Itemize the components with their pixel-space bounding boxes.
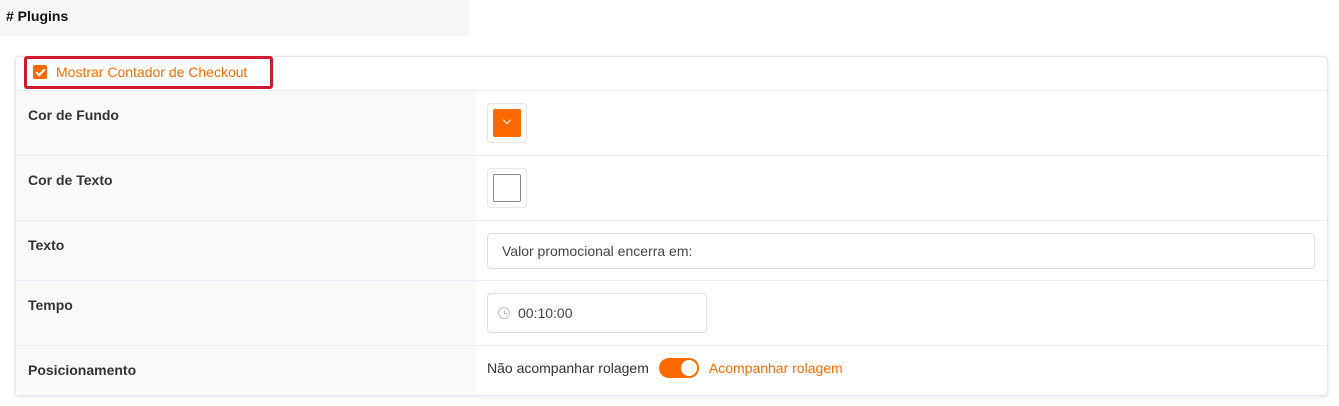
text-color-picker[interactable] [487,168,527,208]
panel-header: Mostrar Contador de Checkout [16,56,1327,91]
background-color-label: Cor de Fundo [16,91,476,155]
follow-scroll-toggle[interactable] [658,358,699,378]
toggle-knob [680,360,697,376]
show-checkout-counter-checkbox[interactable] [33,65,47,79]
positioning-switch-group: Não acompanhar rolagem Acompanhar rolage… [487,357,843,379]
time-label: Tempo [16,281,476,345]
background-color-swatch[interactable] [493,109,521,137]
text-color-label: Cor de Texto [16,156,476,220]
section-title: # Plugins [6,8,69,24]
follow-scroll-label[interactable]: Acompanhar rolagem [709,360,843,376]
text-input[interactable] [487,233,1315,269]
background-color-picker[interactable] [487,103,527,143]
row-positioning: Posicionamento Não acompanhar rolagem Ac… [16,346,1327,395]
text-label: Texto [16,221,476,280]
time-value: 00:10:00 [518,305,573,321]
row-background-color: Cor de Fundo [16,91,1327,156]
clock-icon [498,307,510,319]
show-checkout-counter-label[interactable]: Mostrar Contador de Checkout [56,64,247,80]
time-picker-input[interactable]: 00:10:00 [487,293,707,333]
section-header: # Plugins [0,0,469,36]
text-color-swatch[interactable] [493,174,521,202]
row-text: Texto [16,221,1327,281]
chevron-down-icon [502,115,512,125]
row-time: Tempo 00:10:00 [16,281,1327,346]
row-text-color: Cor de Texto [16,156,1327,221]
positioning-label: Posicionamento [16,346,476,395]
no-follow-scroll-label[interactable]: Não acompanhar rolagem [487,360,649,376]
plugin-panel: Mostrar Contador de Checkout Cor de Fund… [15,56,1328,396]
